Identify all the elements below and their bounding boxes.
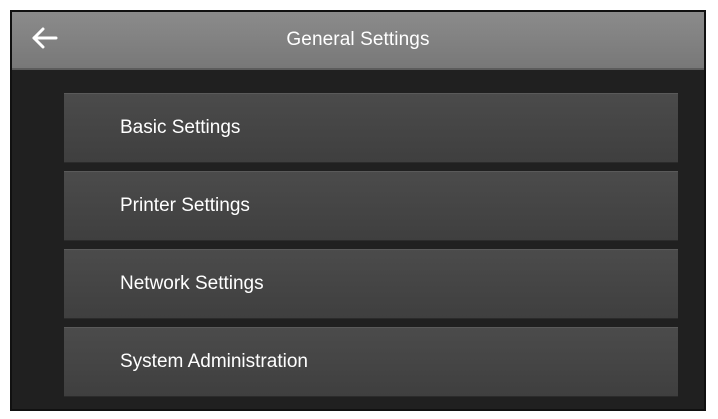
settings-menu: Basic Settings Printer Settings Network … xyxy=(64,93,678,405)
page-title: General Settings xyxy=(286,29,430,50)
menu-item-label: Printer Settings xyxy=(120,195,250,216)
header-bar: General Settings xyxy=(12,12,704,70)
settings-screen: General Settings Basic Settings Printer … xyxy=(10,10,706,411)
menu-item-label: Basic Settings xyxy=(120,117,241,138)
menu-item-network-settings[interactable]: Network Settings xyxy=(64,249,678,319)
menu-item-label: Network Settings xyxy=(120,273,264,294)
menu-item-printer-settings[interactable]: Printer Settings xyxy=(64,171,678,241)
menu-item-system-administration[interactable]: System Administration xyxy=(64,327,678,397)
menu-item-basic-settings[interactable]: Basic Settings xyxy=(64,93,678,163)
menu-item-label: System Administration xyxy=(120,351,308,372)
